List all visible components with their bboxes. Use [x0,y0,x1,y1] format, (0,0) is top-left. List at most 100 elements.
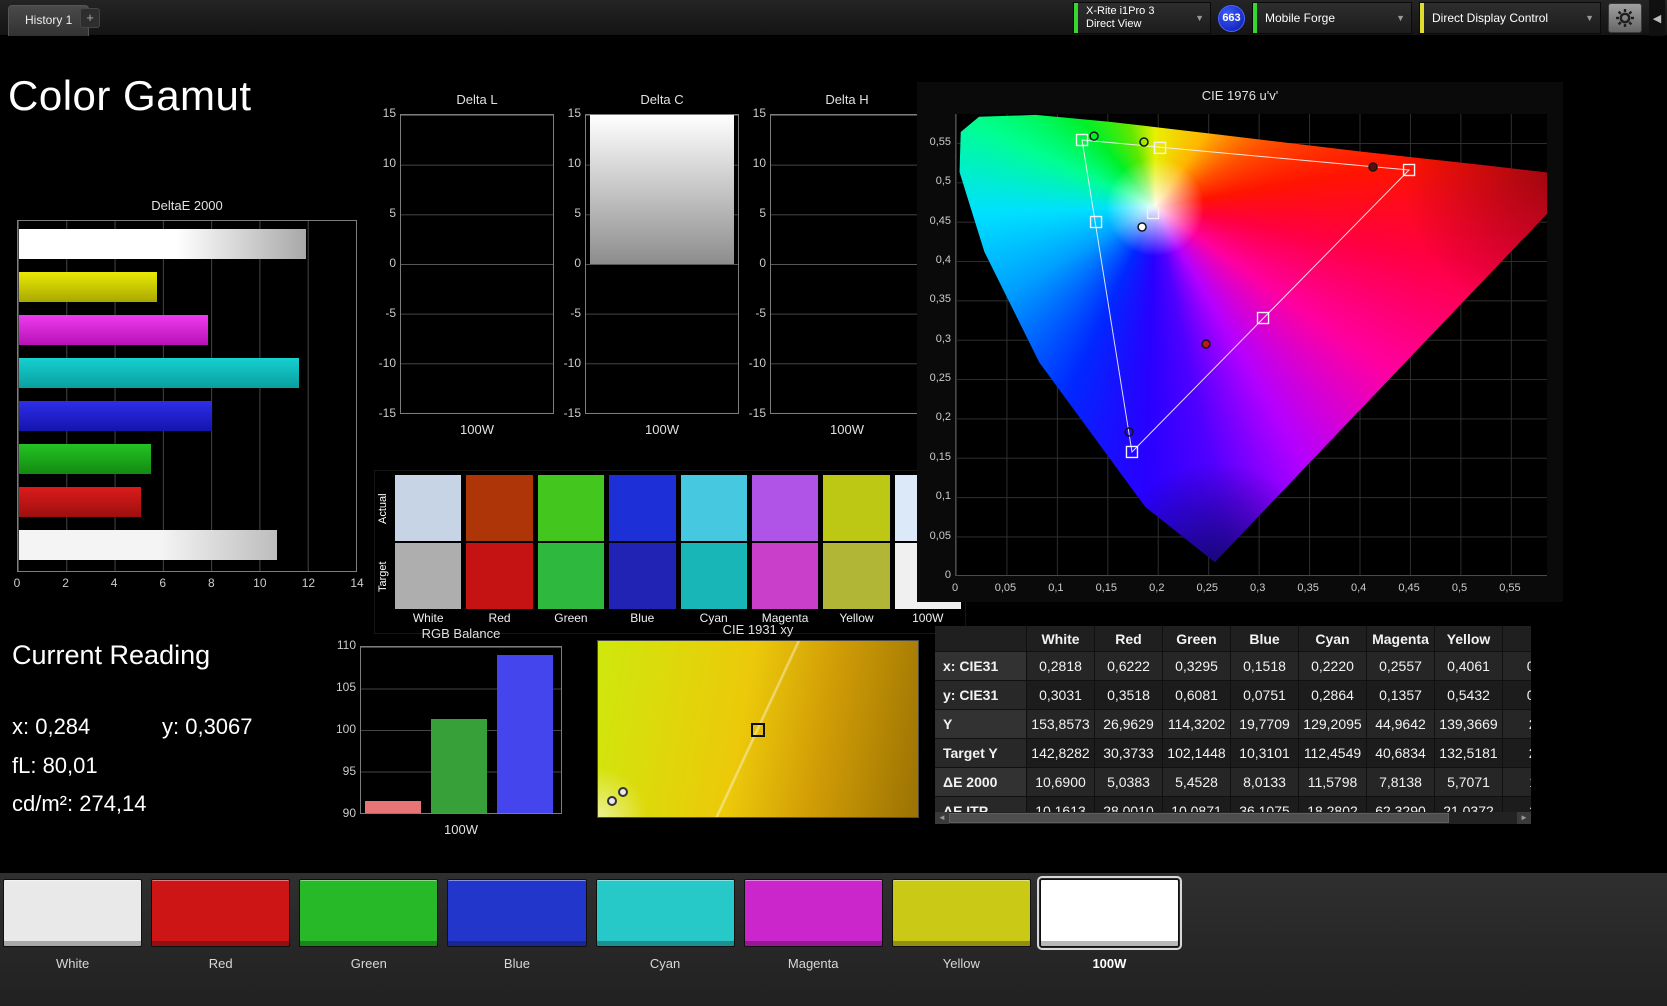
delta-c-y-tick: 10 [557,156,581,170]
table-row-label: Y [935,710,1027,739]
delta-l-y-tick: 5 [372,206,396,220]
rgb-bar-green [431,719,487,813]
source-dropdown[interactable]: Mobile Forge ▼ [1252,2,1412,34]
table-cell: 0,1518 [1231,652,1299,681]
chevron-down-icon: ▼ [1191,13,1210,23]
table-row: x: CIE310,28180,62220,32950,15180,22200,… [935,652,1531,681]
deltae-x-tick: 8 [208,576,215,590]
results-table: WhiteRedGreenBlueCyanMagentaYellowx: CIE… [935,626,1531,812]
table-row-label: ΔE 2000 [935,768,1027,797]
scroll-left-arrow-icon[interactable]: ◄ [935,812,949,824]
pattern-label: Red [151,956,290,971]
delta-h-y-tick: 5 [742,206,766,220]
delta-l-y-tick: -15 [372,406,396,420]
deltae-x-axis: 02468101214 [17,576,357,592]
pattern-button-red[interactable] [151,879,290,947]
pattern-button-cyan[interactable] [596,879,735,947]
swatch-column-cyan: Cyan [681,475,747,625]
delta-c-chart: Delta C151050-5-10-15100W [557,92,741,452]
table-cell: 5,0383 [1095,768,1163,797]
table-scrollbar[interactable]: ◄ ► [935,812,1531,824]
table-cell: 0,2557 [1367,652,1435,681]
cie1931-title: CIE 1931 xy [597,622,919,637]
delta-h-chart: Delta H151050-5-10-15100W [742,92,926,452]
pattern-button-white[interactable] [3,879,142,947]
table-cell: 0,3518 [1095,681,1163,710]
pattern-button-green[interactable] [299,879,438,947]
table-cell: 27 [1503,739,1531,768]
table-cell: 0,2220 [1299,652,1367,681]
delta-c-y-tick: -5 [557,306,581,320]
target-square-marker [1148,208,1159,219]
table-row: Y153,857326,9629114,320219,7709129,20954… [935,710,1531,739]
swatch-column-white: White [395,475,461,625]
deltae-bar-yellow [19,272,157,302]
table-cell: 102,1448 [1163,739,1231,768]
swatch-target-yellow [823,543,889,609]
display-control-label: Direct Display Control [1424,11,1581,25]
gear-icon [1615,8,1635,28]
delta-h-x-label: 100W [770,422,924,437]
table-cell: 40,6834 [1367,739,1435,768]
history-tab[interactable]: History 1 [8,5,89,36]
deltae-x-tick: 2 [62,576,69,590]
pattern-button-yellow[interactable] [892,879,1031,947]
table-row-label: ΔE ITP [935,797,1027,812]
pattern-label: Green [299,956,438,971]
table-cell: 129,2095 [1299,710,1367,739]
cie1976-chart: CIE 1976 u'v' Gamut Coverage: 84,9% 0,55… [917,82,1563,602]
delta-l-y-tick: 15 [372,106,396,120]
pattern-red: Red [151,879,290,971]
table-cell: 153,8573 [1027,710,1095,739]
pattern-label: Blue [447,956,586,971]
top-bar-controls: X-Rite i1Pro 3 Direct View ▼ 663 Mobile … [1073,0,1665,36]
meter-dropdown[interactable]: X-Rite i1Pro 3 Direct View ▼ [1073,2,1211,34]
pattern-button-magenta[interactable] [744,879,883,947]
pattern-yellow: Yellow [892,879,1031,971]
reading-fl: fL: 80,01 [12,753,98,779]
swatch-target-green [538,543,604,609]
reading-count-badge[interactable]: 663 [1218,5,1245,32]
settings-button[interactable] [1608,3,1642,33]
add-tab-button[interactable]: + [80,8,100,28]
display-control-dropdown[interactable]: Direct Display Control ▼ [1419,2,1601,34]
pattern-button-100w[interactable] [1040,879,1179,947]
table-cell: 142,8282 [1027,739,1095,768]
table-cell: 10,1613 [1027,797,1095,812]
cie1976-x-tick: 0,2 [1149,582,1164,594]
table-cell: 26,9629 [1095,710,1163,739]
table-header-cell: Blue [1231,626,1299,652]
table-header-cell: White [1027,626,1095,652]
meter-mode: Direct View [1086,18,1154,31]
rgb-bar-red [365,801,421,813]
deltae-x-tick: 12 [302,576,315,590]
table-cell: 0,4061 [1435,652,1503,681]
delta-c-bar [590,115,734,264]
scroll-right-arrow-icon[interactable]: ► [1517,812,1531,824]
table-cell: 0,2818 [1027,652,1095,681]
scrollbar-thumb[interactable] [949,813,1449,823]
cie1976-y-tick: 0,45 [921,215,951,227]
swatch-target-cyan [681,543,747,609]
cie1976-x-tick: 0,4 [1351,582,1366,594]
measured-point-marker [1140,138,1148,146]
calibration-app-window: History 1 + X-Rite i1Pro 3 Direct View ▼… [0,0,1667,1006]
pattern-label: Magenta [744,956,883,971]
pattern-100w: 100W [1040,879,1179,971]
collapse-panel-button[interactable]: ◀ [1649,0,1665,36]
table-cell: 21,0372 [1435,797,1503,812]
cie1976-y-tick: 0,15 [921,451,951,463]
pattern-button-blue[interactable] [447,879,586,947]
swatch-target-magenta [752,543,818,609]
table-row-label: y: CIE31 [935,681,1027,710]
table-cell: 0,5432 [1435,681,1503,710]
table-cell: 0,0751 [1231,681,1299,710]
table-cell: 0,2864 [1299,681,1367,710]
cie1976-x-tick: 0,5 [1452,582,1467,594]
table-header-cell: Magenta [1367,626,1435,652]
meter-labels: X-Rite i1Pro 3 Direct View [1078,5,1162,31]
deltae-x-tick: 4 [111,576,118,590]
page-title: Color Gamut [8,72,252,120]
swatch-column-green: Green [538,475,604,625]
deltae-bar-cyan [19,358,299,388]
